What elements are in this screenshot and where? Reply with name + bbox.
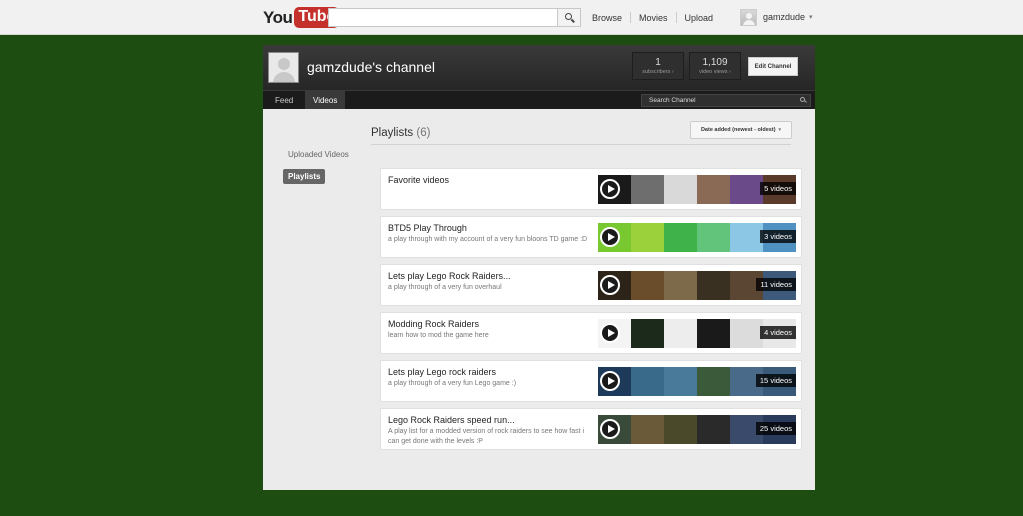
sidebar-item-playlists[interactable]: Playlists [283,169,326,184]
thumbnail [730,175,763,204]
video-count-badge: 3 videos [760,230,796,243]
sort-label: Date added (newest - oldest) [700,127,776,133]
thumbnail [631,175,664,204]
views-stat[interactable]: 1,109 video views › [689,52,741,80]
thumbnail [664,319,697,348]
playlist-title[interactable]: Lets play Lego Rock Raiders... [388,271,511,281]
video-count-badge: 11 videos [756,278,796,291]
playlists-heading: Playlists (6) [371,127,430,139]
playlist-title[interactable]: Favorite videos [388,175,449,185]
nav-browse[interactable]: Browse [592,13,622,23]
playlist-description: A play list for a modded version of rock… [388,428,585,445]
sidebar-item-uploaded-videos[interactable]: Uploaded Videos [288,150,349,159]
divider [371,144,791,145]
playlist-item[interactable]: Lets play Lego Rock Raiders... a play th… [380,264,802,306]
subscribers-count: 1 [655,57,661,68]
thumbnail [664,271,697,300]
play-icon[interactable] [600,323,620,343]
channel-header: gamzdude's channel 1 subscribers › 1,109… [263,45,815,90]
channel-nav: Feed Videos Search Channel [263,90,815,110]
nav-divider [630,12,632,23]
playlist-item[interactable]: Favorite videos 5 videos [380,168,802,210]
nav-upload[interactable]: Upload [685,13,714,23]
thumbnail [631,271,664,300]
tab-feed[interactable]: Feed [267,91,301,110]
playlist-title[interactable]: BTD5 Play Through [388,223,467,233]
subscribers-stat[interactable]: 1 subscribers › [632,52,684,80]
thumbnail [697,223,730,252]
play-icon[interactable] [600,227,620,247]
channel-card: gamzdude's channel 1 subscribers › 1,109… [263,45,815,490]
edit-channel-button[interactable]: Edit Channel [748,57,798,76]
tab-videos[interactable]: Videos [305,91,346,110]
views-label: video views › [699,69,731,75]
thumbnail [631,367,664,396]
thumbnail [730,223,763,252]
thumbnail [631,415,664,444]
playlist-item[interactable]: BTD5 Play Through a play through with my… [380,216,802,258]
playlist-title[interactable]: Modding Rock Raiders [388,319,479,329]
video-count-badge: 25 videos [755,422,796,435]
thumbnail [664,415,697,444]
channel-search-input[interactable]: Search Channel [641,94,811,107]
nav-divider [675,12,677,23]
playlists-heading-label: Playlists [371,127,414,139]
playlist-thumbnails[interactable]: 5 videos [598,175,796,204]
playlist-description: learn how to mod the game here [388,332,489,339]
chevron-down-icon: ▾ [809,14,813,21]
thumbnail [697,175,730,204]
thumbnail [697,367,730,396]
play-icon[interactable] [600,371,620,391]
search-input[interactable] [328,8,558,27]
playlist-description: a play through with my account of a very… [388,236,588,243]
thumbnail [697,415,730,444]
masthead: You Tube Browse Movies Upload gamzdude ▾ [0,0,1023,35]
video-count-badge: 5 videos [760,182,796,195]
playlist-item[interactable]: Modding Rock Raiders learn how to mod th… [380,312,802,354]
thumbnail [697,319,730,348]
top-nav: Browse Movies Upload [592,12,713,23]
playlist-thumbnails[interactable]: 15 videos [598,367,796,396]
playlist-item[interactable]: Lego Rock Raiders speed run... A play li… [380,408,802,450]
nav-movies[interactable]: Movies [639,13,668,23]
playlist-title[interactable]: Lego Rock Raiders speed run... [388,415,515,425]
sort-dropdown[interactable]: Date added (newest - oldest) ▾ [690,121,792,139]
channel-search-placeholder: Search Channel [649,97,696,104]
playlist-description: a play through of a very fun Lego game :… [388,380,517,387]
playlist-item[interactable]: Lets play Lego rock raiders a play throu… [380,360,802,402]
user-avatar-icon [740,8,757,26]
chevron-down-icon: ▾ [778,127,782,133]
channel-content: Uploaded Videos Playlists Playlists (6) … [263,109,815,490]
user-menu[interactable]: gamzdude ▾ [740,7,813,27]
video-count-badge: 4 videos [760,326,796,339]
playlist-thumbnails[interactable]: 11 videos [598,271,796,300]
thumbnail [664,367,697,396]
search-icon [564,13,572,20]
play-icon[interactable] [600,275,620,295]
subscribers-label: subscribers › [642,69,674,75]
views-count: 1,109 [702,57,728,68]
search-icon [800,97,805,102]
channel-search-button[interactable] [797,95,810,106]
play-icon[interactable] [600,419,620,439]
channel-title: gamzdude's channel [307,59,435,75]
playlist-thumbnails[interactable]: 3 videos [598,223,796,252]
playlist-description: a play through of a very fun overhaul [388,284,502,291]
video-count-badge: 15 videos [755,374,796,387]
thumbnail [664,223,697,252]
logo-you: You [263,7,293,27]
thumbnail [631,319,664,348]
play-icon[interactable] [600,179,620,199]
playlists-count: (6) [416,127,431,139]
thumbnail [631,223,664,252]
thumbnail [730,319,763,348]
playlist-thumbnails[interactable]: 4 videos [598,319,796,348]
channel-avatar [268,52,299,83]
username: gamzdude [763,12,806,22]
search-button[interactable] [557,8,581,27]
thumbnail [664,175,697,204]
playlist-title[interactable]: Lets play Lego rock raiders [388,367,496,377]
playlist-thumbnails[interactable]: 25 videos [598,415,796,444]
thumbnail [697,271,730,300]
